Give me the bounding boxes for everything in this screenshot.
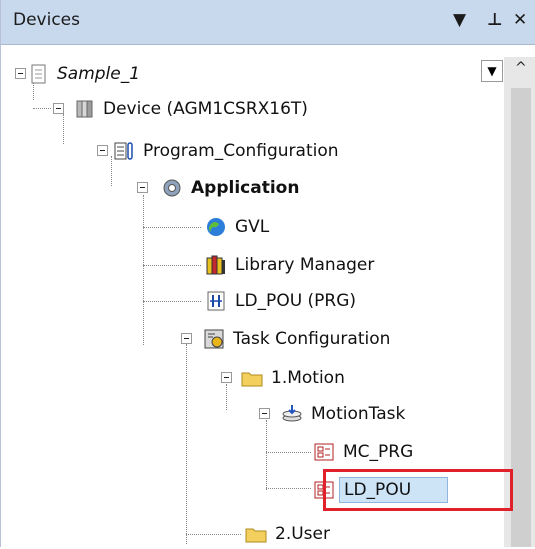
- pin-icon[interactable]: ⊥: [487, 10, 503, 30]
- collapse-icon[interactable]: [53, 103, 64, 114]
- ladder-pou-icon: [205, 290, 227, 312]
- application-gear-icon: [161, 177, 183, 199]
- tree-node-mc-prg[interactable]: MC_PRG: [313, 438, 413, 466]
- tree-label-sample: Sample_1: [57, 64, 141, 84]
- tree-node-sample[interactable]: Sample_1: [15, 60, 141, 88]
- tree-label-task-configuration: Task Configuration: [233, 329, 391, 349]
- tree-node-library-manager[interactable]: Library Manager: [205, 251, 374, 279]
- tree-label-gvl: GVL: [235, 217, 270, 237]
- collapse-icon[interactable]: [181, 333, 192, 344]
- program-configuration-icon: [113, 140, 135, 162]
- tree-node-gvl[interactable]: GVL: [205, 213, 269, 241]
- collapse-icon[interactable]: [259, 408, 270, 419]
- tree-node-motion-folder[interactable]: 1.Motion: [219, 364, 345, 392]
- collapse-icon[interactable]: [137, 182, 148, 193]
- scroll-up-icon[interactable]: ^: [515, 60, 527, 76]
- tree-node-device[interactable]: Device (AGM1CSRX16T): [53, 95, 308, 123]
- library-books-icon: [205, 254, 227, 276]
- task-configuration-icon: [203, 328, 225, 350]
- tree-label-motion-folder: 1.Motion: [271, 368, 345, 388]
- motion-task-icon: [281, 403, 303, 425]
- tree-label-application: Application: [191, 178, 300, 198]
- globe-icon: [205, 216, 227, 238]
- tree-node-task-configuration[interactable]: Task Configuration: [177, 325, 390, 353]
- panel-menu-dropdown-icon[interactable]: ▼: [453, 10, 466, 30]
- tree-node-ld-pou-prg[interactable]: LD_POU (PRG): [205, 287, 356, 315]
- device-icon: [73, 98, 95, 120]
- tree-label-program-configuration: Program_Configuration: [143, 141, 339, 161]
- tree-label-library-manager: Library Manager: [235, 255, 375, 275]
- highlight-annotation: [323, 469, 513, 511]
- project-document-icon: [27, 63, 49, 85]
- tree-label-mc-prg: MC_PRG: [343, 442, 414, 462]
- collapse-icon[interactable]: [15, 68, 26, 79]
- tree-node-program-configuration[interactable]: Program_Configuration: [97, 137, 339, 165]
- close-icon[interactable]: ✕: [513, 10, 527, 30]
- tree-label-motion-task: MotionTask: [311, 404, 406, 424]
- devices-panel: Devices ▼ ⊥ ✕ ▼ ^ Sample_1 Device (AGM1C…: [0, 0, 535, 547]
- scrollbar-thumb[interactable]: [511, 88, 531, 547]
- panel-titlebar: Devices ▼ ⊥ ✕: [1, 0, 535, 45]
- folder-icon: [241, 367, 263, 389]
- tree-node-motion-task[interactable]: MotionTask: [257, 400, 405, 428]
- tree-label-ld-pou-prg: LD_POU (PRG): [235, 291, 357, 311]
- program-pou-icon: [313, 441, 335, 463]
- collapse-icon[interactable]: [97, 145, 108, 156]
- folder-icon: [245, 523, 267, 545]
- tree-label-user-folder: 2.User: [275, 524, 330, 544]
- tree-node-application[interactable]: Application: [131, 174, 299, 202]
- collapse-icon[interactable]: [221, 372, 232, 383]
- scroll-menu-dropdown-icon[interactable]: ▼: [481, 60, 503, 82]
- tree-label-device: Device (AGM1CSRX16T): [103, 99, 308, 119]
- panel-title: Devices: [13, 10, 80, 30]
- tree-node-user-folder[interactable]: 2.User: [245, 520, 330, 548]
